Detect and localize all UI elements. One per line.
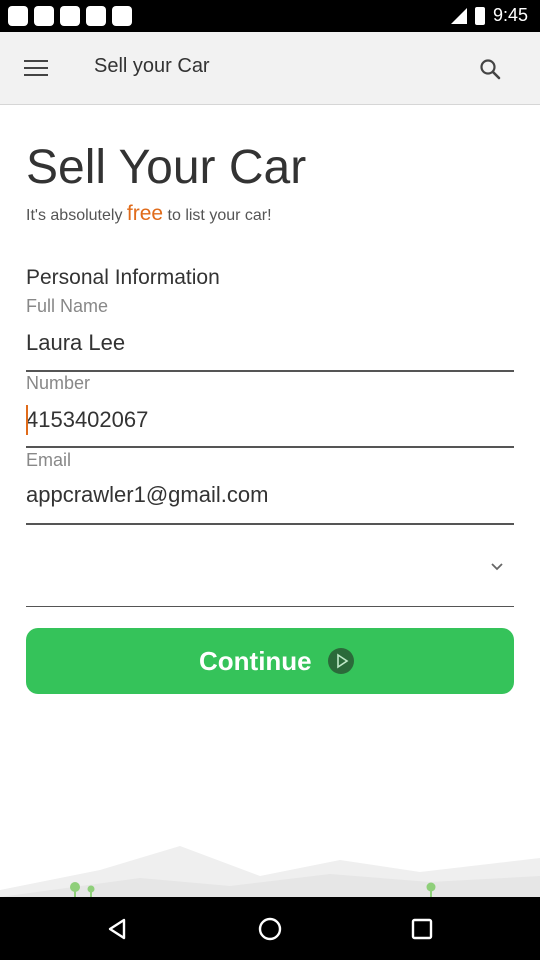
email-label: Email: [26, 450, 72, 470]
search-icon[interactable]: [478, 57, 502, 81]
full-name-field[interactable]: Laura Lee: [26, 326, 514, 372]
subtitle-text: to list your car!: [167, 207, 272, 224]
dropdown-select[interactable]: [26, 530, 514, 607]
free-highlight: free: [126, 202, 164, 225]
app-bar: Sell your Car: [0, 32, 540, 105]
system-indicators: 9:45: [450, 5, 528, 26]
battery-icon: [474, 6, 485, 25]
status-bar: 9:45: [0, 0, 540, 32]
notification-icons: [8, 6, 132, 26]
back-icon[interactable]: [104, 915, 132, 943]
number-label: Number: [26, 373, 91, 393]
clock: 9:45: [492, 5, 528, 25]
section-title: Personal Information: [26, 266, 220, 289]
home-icon[interactable]: [256, 915, 284, 943]
text-cursor: [26, 405, 28, 435]
full-name-label: Full Name: [26, 296, 109, 316]
number-field[interactable]: 4153402067: [26, 400, 514, 448]
navigation-bar: [0, 897, 540, 960]
notification-icon: [112, 6, 132, 26]
chevron-down-icon: [491, 563, 503, 571]
continue-button[interactable]: Continue: [26, 628, 514, 694]
continue-label: Continue: [199, 646, 312, 676]
email-value: appcrawler1@gmail.com: [26, 482, 269, 507]
app-title: Sell your Car: [94, 55, 210, 77]
landscape-illustration: [0, 846, 540, 897]
notification-icon: [34, 6, 54, 26]
notification-icon: [86, 6, 106, 26]
notification-icon: [60, 6, 80, 26]
subtitle-text: It's absolutely: [26, 207, 123, 224]
recents-icon[interactable]: [408, 915, 436, 943]
page-subtitle: It's absolutely free to list your car!: [26, 202, 272, 226]
signal-icon: [450, 7, 467, 24]
number-value-wrap: 4153402067: [26, 405, 149, 436]
email-field[interactable]: appcrawler1@gmail.com: [26, 478, 514, 525]
number-value: 4153402067: [26, 406, 149, 432]
play-icon: [328, 648, 354, 674]
menu-icon[interactable]: [24, 60, 48, 76]
notification-icon: [8, 6, 28, 26]
page-title: Sell Your Car: [26, 141, 307, 194]
full-name-value: Laura Lee: [26, 330, 126, 355]
